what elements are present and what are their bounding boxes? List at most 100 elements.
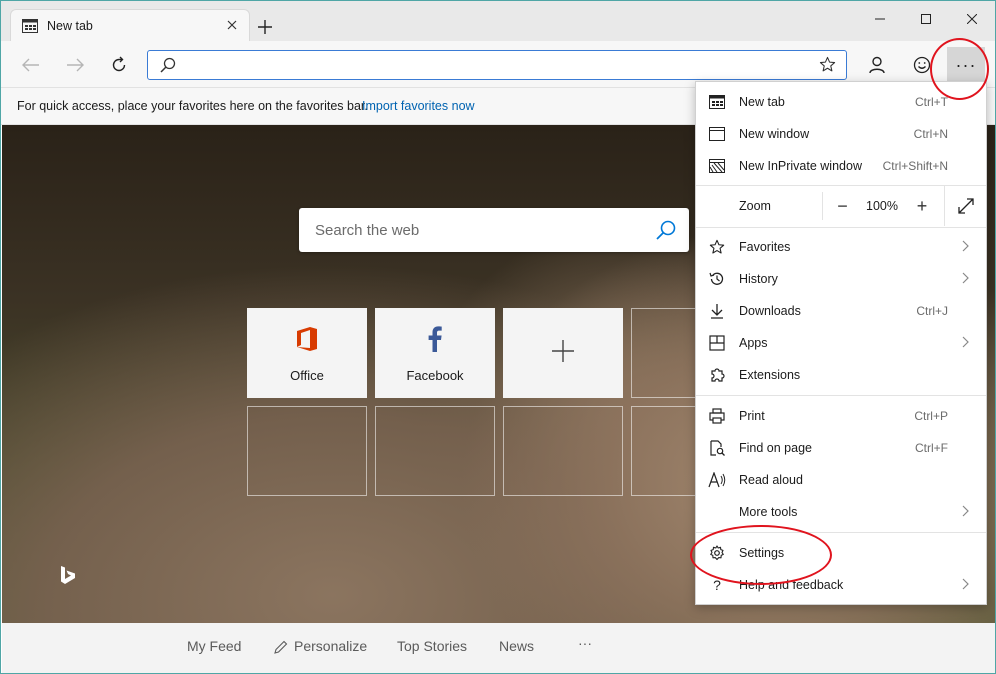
web-search-box[interactable] [299, 208, 689, 252]
menu-item-label: History [739, 272, 778, 286]
menu-item-new-inprivate-window[interactable]: New InPrivate window Ctrl+Shift+N [696, 150, 986, 182]
zoom-label: Zoom [739, 199, 771, 213]
chevron-right-icon [962, 578, 969, 590]
menu-item-shortcut: Ctrl+T [915, 95, 948, 109]
menu-item-more-tools[interactable]: More tools [696, 496, 986, 528]
menu-item-label: Help and feedback [739, 578, 844, 592]
menu-item-label: Extensions [739, 368, 801, 382]
bing-logo-icon[interactable] [60, 565, 76, 585]
refresh-button[interactable] [103, 49, 135, 81]
full-screen-icon [957, 198, 974, 214]
menu-item-label: Read aloud [739, 473, 803, 487]
back-button[interactable] [15, 49, 47, 81]
apps-icon [709, 335, 725, 351]
favorites-bar-hint: For quick access, place your favorites h… [17, 99, 368, 113]
top-stories-tab[interactable]: Top Stories [397, 638, 467, 654]
my-feed-tab[interactable]: My Feed [187, 638, 241, 654]
menu-item-shortcut: Ctrl+F [915, 441, 948, 455]
menu-item-label: Find on page [739, 441, 812, 455]
menu-item-settings[interactable]: Settings [696, 537, 986, 569]
zoom-in-button[interactable]: + [902, 192, 942, 220]
favorite-star-icon[interactable] [819, 56, 836, 73]
menu-item-label: More tools [739, 505, 798, 519]
close-tab-icon[interactable] [223, 16, 241, 34]
tab-new-tab[interactable]: New tab [10, 9, 250, 41]
menu-separator [696, 395, 986, 396]
feedback-button[interactable] [906, 49, 938, 81]
top-site-facebook[interactable]: Facebook [375, 308, 495, 398]
news-tab[interactable]: News [499, 638, 534, 654]
maximize-button[interactable] [903, 5, 949, 33]
web-search-input[interactable] [315, 219, 635, 241]
menu-item-downloads[interactable]: Downloads Ctrl+J [696, 295, 986, 327]
chevron-right-icon [962, 272, 969, 284]
find-page-icon [710, 440, 725, 456]
add-top-site-tile[interactable] [503, 308, 623, 398]
menu-item-help-and-feedback[interactable]: ? Help and feedback [696, 569, 986, 601]
tab-title: New tab [47, 19, 93, 33]
minimize-button[interactable] [857, 5, 903, 33]
chevron-right-icon [962, 505, 969, 517]
tab-strip: New tab [1, 1, 995, 41]
gear-icon [710, 545, 724, 561]
chevron-right-icon [962, 240, 969, 252]
menu-item-find-on-page[interactable]: Find on page Ctrl+F [696, 432, 986, 464]
search-icon[interactable] [655, 219, 677, 241]
settings-and-more-button[interactable]: ··· [947, 47, 985, 83]
pencil-icon [274, 640, 288, 654]
office-icon [297, 327, 317, 351]
refresh-icon [112, 56, 126, 72]
menu-item-apps[interactable]: Apps [696, 327, 986, 359]
menu-item-label: Print [739, 409, 765, 423]
history-icon [709, 272, 724, 285]
zoom-level: 100% [866, 199, 898, 213]
menu-item-label: Settings [739, 546, 785, 560]
menu-item-read-aloud[interactable]: Read aloud [696, 464, 986, 496]
full-screen-button[interactable] [944, 186, 986, 226]
question-mark-icon: ? [713, 577, 721, 593]
read-aloud-icon [708, 472, 726, 488]
more-feeds-button[interactable]: ··· [578, 635, 592, 651]
news-feed-bar: My Feed Personalize Top Stories News ··· [2, 623, 995, 673]
download-icon [711, 304, 723, 319]
new-tab-page-icon [22, 19, 38, 33]
menu-item-shortcut: Ctrl+Shift+N [882, 159, 948, 173]
back-arrow-icon [22, 58, 39, 72]
menu-item-shortcut: Ctrl+P [914, 409, 948, 423]
menu-item-print[interactable]: Print Ctrl+P [696, 400, 986, 432]
new-tab-button[interactable] [253, 15, 277, 39]
top-site-office[interactable]: Office [247, 308, 367, 398]
forward-button[interactable] [59, 49, 91, 81]
address-input[interactable] [184, 55, 804, 75]
menu-item-label: New InPrivate window [739, 159, 862, 173]
menu-item-extensions[interactable]: Extensions [696, 359, 986, 391]
address-bar[interactable] [147, 50, 847, 80]
close-window-button[interactable] [949, 5, 995, 33]
menu-item-new-window[interactable]: New window Ctrl+N [696, 118, 986, 150]
empty-tile [503, 406, 623, 496]
minimize-icon [875, 18, 885, 20]
facebook-icon [428, 326, 442, 352]
menu-item-label: Favorites [739, 240, 791, 254]
chevron-right-icon [962, 336, 969, 348]
browser-window: New tab ··· For quick access, place your… [0, 0, 996, 674]
menu-item-label: Downloads [739, 304, 801, 318]
menu-item-shortcut: Ctrl+N [913, 127, 948, 141]
menu-item-label: New tab [739, 95, 785, 109]
profile-button[interactable] [861, 49, 893, 81]
import-favorites-link[interactable]: Import favorites now [362, 99, 475, 113]
tile-label: Office [290, 368, 324, 383]
menu-item-history[interactable]: History [696, 263, 986, 295]
menu-item-new-tab[interactable]: New tab Ctrl+T [696, 86, 986, 118]
menu-item-favorites[interactable]: Favorites [696, 231, 986, 263]
personalize-button[interactable]: Personalize [294, 638, 367, 654]
zoom-control: Zoom − 100% + [696, 186, 986, 226]
star-icon [709, 239, 725, 254]
menu-item-shortcut: Ctrl+J [916, 304, 948, 318]
zoom-out-button[interactable]: − [822, 192, 862, 220]
menu-separator [696, 532, 986, 533]
menu-item-label: New window [739, 127, 810, 141]
menu-separator [696, 227, 986, 228]
printer-icon [709, 408, 725, 424]
search-icon [160, 57, 176, 73]
